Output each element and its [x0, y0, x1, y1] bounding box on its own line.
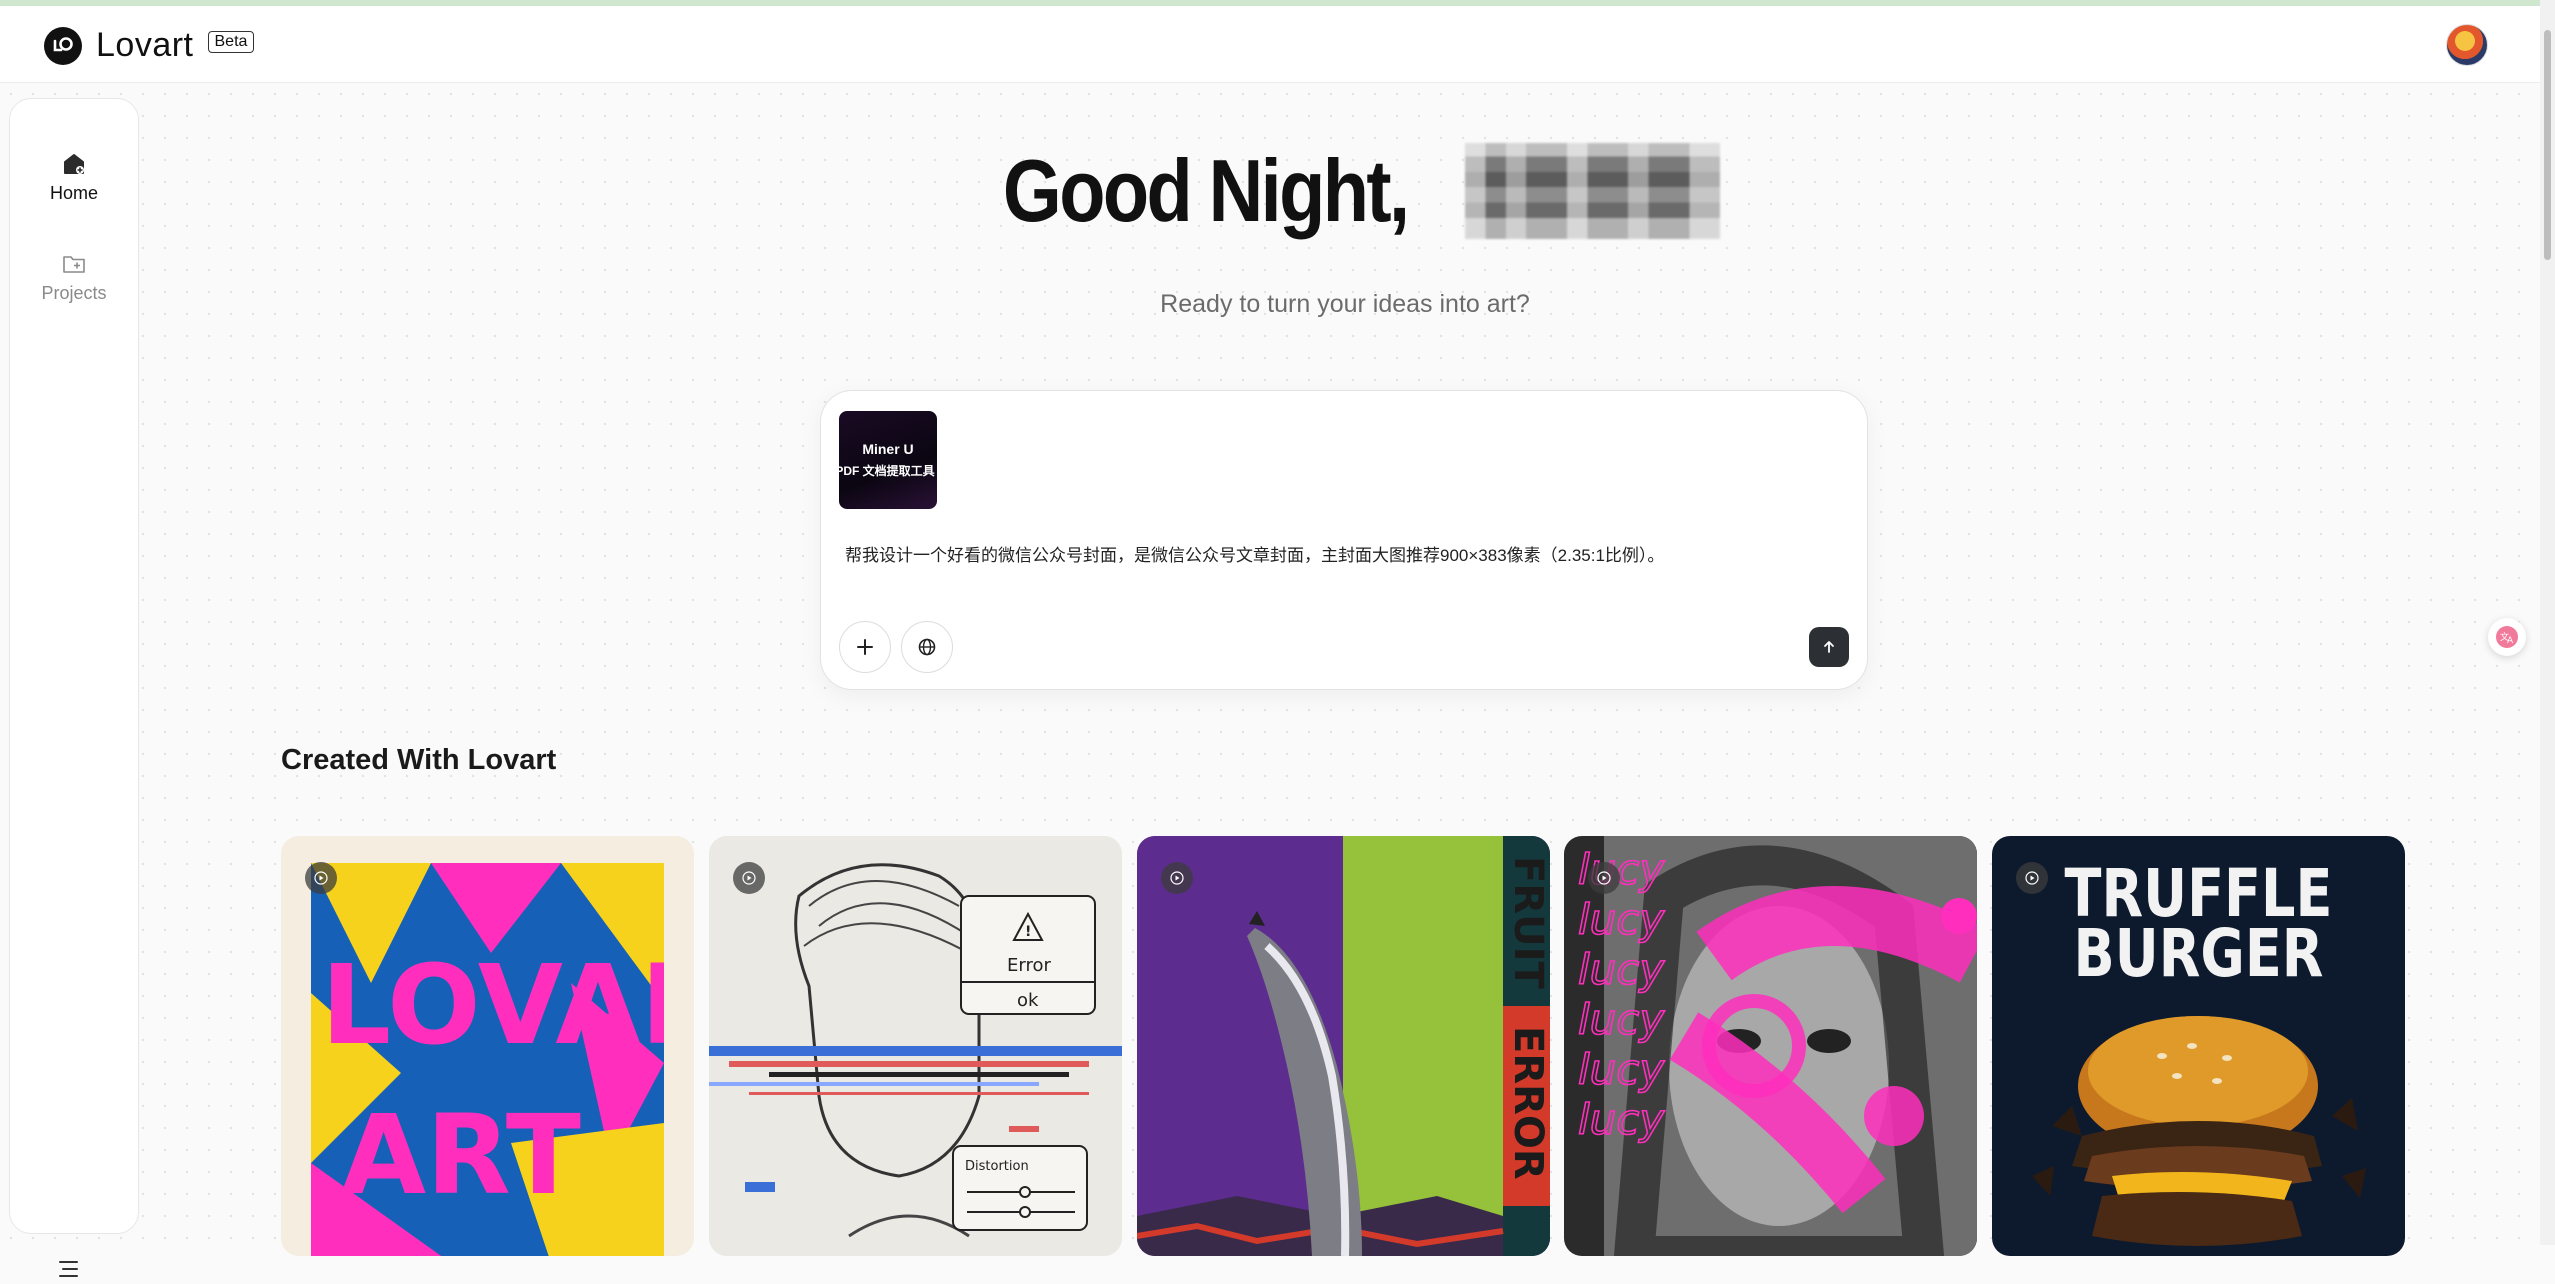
sidebar: Home Projects	[9, 98, 139, 1277]
play-icon[interactable]	[1161, 862, 1193, 894]
greeting: Good Night,	[0, 140, 2555, 242]
chrome-banana-art: FRUIT ERROR	[1137, 836, 1550, 1256]
translate-icon: 文 A	[2496, 626, 2518, 648]
svg-text:lucy: lucy	[1578, 945, 1665, 994]
gallery-card-lovart-poster[interactable]: LOVART ART	[281, 836, 694, 1256]
svg-text:ART: ART	[341, 1091, 581, 1219]
gallery-card-glitch-portrait[interactable]: ! Error ok Distortion	[709, 836, 1122, 1256]
svg-text:lucy: lucy	[1578, 1095, 1665, 1144]
gallery-card-chrome-banana[interactable]: FRUIT ERROR	[1137, 836, 1550, 1256]
poster-text: LOVART	[321, 941, 664, 1069]
gallery-card-truffle-burger[interactable]: TRUFFLE BURGER	[1992, 836, 2405, 1256]
user-avatar[interactable]	[2446, 24, 2488, 66]
send-button[interactable]	[1809, 627, 1849, 667]
play-icon[interactable]	[305, 862, 337, 894]
lovart-poster-art: LOVART ART	[311, 863, 664, 1256]
distortion-label: Distortion	[965, 1159, 1029, 1174]
attachment-title: Miner U	[862, 441, 914, 457]
globe-icon	[918, 638, 936, 656]
scrollbar-thumb[interactable]	[2544, 30, 2551, 260]
arrow-up-icon	[1824, 641, 1834, 653]
glitch-portrait-art: ! Error ok Distortion	[709, 836, 1122, 1256]
lovart-logo-icon	[44, 26, 82, 65]
play-icon[interactable]	[1588, 862, 1620, 894]
side-text-fruit: FRUIT	[1505, 856, 1550, 989]
app-name: Lovart	[96, 26, 194, 64]
greeting-subtitle: Ready to turn your ideas into art?	[1160, 290, 1530, 318]
attachment-thumbnail[interactable]: Miner U PDF 文档提取工具	[839, 411, 937, 509]
svg-text:lucy: lucy	[1578, 895, 1665, 944]
error-dialog-ok: ok	[1017, 990, 1039, 1011]
error-dialog-label: Error	[1007, 955, 1051, 976]
play-icon[interactable]	[733, 862, 765, 894]
greeting-text: Good Night,	[1002, 141, 1410, 240]
menu-icon[interactable]	[57, 1259, 81, 1284]
prompt-input[interactable]: 帮我设计一个好看的微信公众号封面，是微信公众号文章封面，主封面大图推荐900×3…	[845, 541, 1664, 566]
svg-text:lucy: lucy	[1578, 1045, 1665, 1094]
play-icon[interactable]	[2016, 862, 2048, 894]
attachment-subtitle: PDF 文档提取工具	[839, 464, 935, 478]
beta-badge: Beta	[207, 30, 255, 53]
page-scrollbar[interactable]	[2540, 0, 2555, 1245]
translate-float-button[interactable]: 文 A	[2488, 618, 2526, 656]
top-header: Lovart Beta	[0, 6, 2540, 83]
lucy-portrait-art: lucy lucy lucy lucy lucy lucy	[1564, 836, 1977, 1256]
app-logo[interactable]: Lovart Beta	[44, 26, 255, 65]
prompt-composer: Miner U PDF 文档提取工具 帮我设计一个好看的微信公众号封面，是微信公…	[820, 390, 1868, 690]
add-attachment-button[interactable]	[839, 621, 891, 673]
gallery-card-lucy-portrait[interactable]: lucy lucy lucy lucy lucy lucy	[1564, 836, 1977, 1256]
svg-text:!: !	[1025, 924, 1031, 940]
side-text-error: ERROR	[1505, 1026, 1550, 1180]
web-search-button[interactable]	[901, 621, 953, 673]
svg-text:lucy: lucy	[1578, 995, 1665, 1044]
redacted-user-name	[1464, 143, 1720, 239]
gallery-title: Created With Lovart	[281, 744, 557, 776]
folder-add-icon	[63, 256, 85, 273]
plus-icon	[857, 639, 873, 655]
truffle-burger-art	[2032, 1016, 2366, 1246]
svg-text:A: A	[2507, 636, 2514, 646]
